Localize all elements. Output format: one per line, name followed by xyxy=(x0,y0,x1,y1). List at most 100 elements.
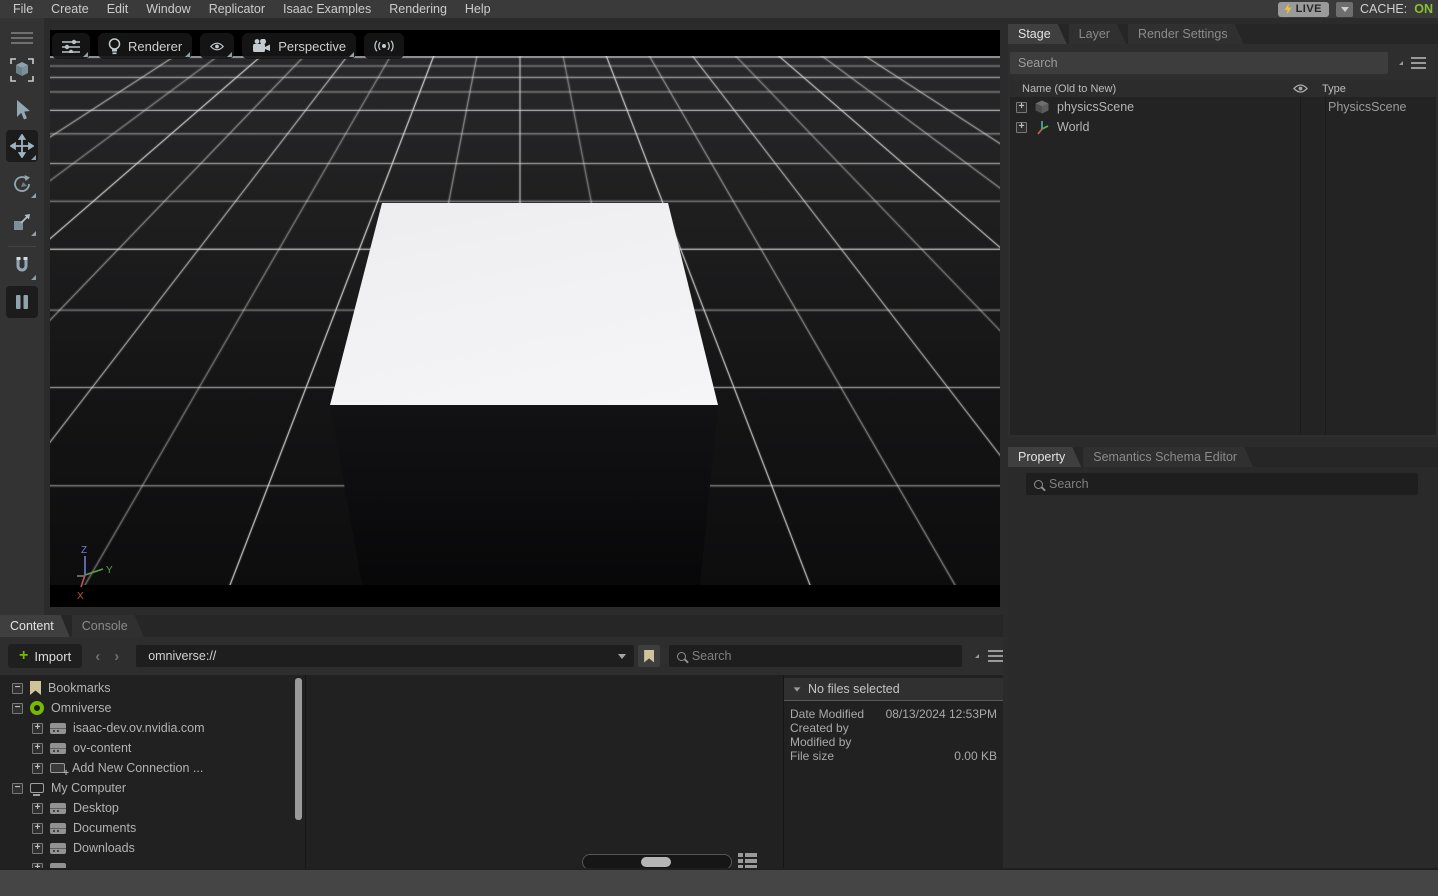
move-tool-icon[interactable] xyxy=(6,130,38,162)
info-label: File size xyxy=(790,749,834,763)
viewport-settings-button[interactable] xyxy=(52,33,90,59)
tree-item[interactable] xyxy=(0,858,294,868)
expander-icon[interactable] xyxy=(1016,122,1027,133)
stage-tab[interactable]: Stage xyxy=(1008,24,1067,44)
thumbnail-size-slider[interactable] xyxy=(582,854,732,869)
tree-item[interactable]: Downloads xyxy=(0,838,294,858)
path-dropdown-icon[interactable] xyxy=(618,654,626,659)
rotate-tool-icon[interactable] xyxy=(6,168,38,200)
collapse-icon[interactable] xyxy=(794,687,801,691)
stage-tab[interactable]: Render Settings xyxy=(1128,24,1244,44)
menu-items: File Create Edit Window Replicator Isaac… xyxy=(0,2,500,16)
slider-thumb[interactable] xyxy=(641,857,671,867)
stage-column-header[interactable]: Name (Old to New) Type xyxy=(1010,80,1436,97)
letterbox-bottom xyxy=(50,585,1000,607)
tree-item[interactable]: Desktop xyxy=(0,798,294,818)
content-search-field[interactable] xyxy=(692,649,954,663)
cube-prim-icon xyxy=(1034,99,1050,115)
forward-button[interactable]: › xyxy=(107,648,126,665)
stage-search-input[interactable] xyxy=(1010,52,1388,74)
tree-scrollbar[interactable] xyxy=(295,678,302,820)
tree-item[interactable]: Bookmarks xyxy=(0,678,294,698)
property-search-input[interactable] xyxy=(1026,473,1418,495)
menu-item[interactable]: Edit xyxy=(98,2,138,16)
toolbar-separator xyxy=(8,246,36,247)
column-type-label[interactable]: Type xyxy=(1313,83,1436,95)
property-tab[interactable]: Semantics Schema Editor xyxy=(1083,447,1253,467)
tree-item[interactable]: Documents xyxy=(0,818,294,838)
property-search-field[interactable] xyxy=(1049,477,1410,491)
tree-item[interactable]: My Computer xyxy=(0,778,294,798)
viewport-toolbar: Renderer Perspective xyxy=(52,33,404,59)
column-name-label[interactable]: Name (Old to New) xyxy=(1010,83,1288,95)
axis-y-label: Y xyxy=(106,565,113,576)
tree-item[interactable]: Omniverse xyxy=(0,698,294,718)
info-label: Modified by xyxy=(790,735,851,749)
pause-icon[interactable] xyxy=(6,286,38,318)
stage-tree: physicsScene PhysicsScene World xyxy=(1010,97,1436,435)
stage-search-field[interactable] xyxy=(1018,56,1380,70)
file-info-header[interactable]: No files selected xyxy=(784,678,1003,701)
content-tabstrip: ContentConsole xyxy=(0,615,1003,637)
scale-tool-icon[interactable] xyxy=(6,206,38,238)
stage-item-type: PhysicsScene xyxy=(1319,100,1407,114)
renderer-dropdown[interactable]: Renderer xyxy=(98,33,192,59)
tree-item[interactable]: isaac-dev.ov.nvidia.com xyxy=(0,718,294,738)
expander-icon[interactable] xyxy=(1016,102,1027,113)
server-icon xyxy=(50,743,66,754)
menu-item[interactable]: Help xyxy=(456,2,500,16)
bookmark-button[interactable] xyxy=(638,645,659,667)
drive-icon xyxy=(50,823,66,834)
snap-magnet-icon[interactable] xyxy=(6,250,38,282)
stage-tabstrip: StageLayerRender Settings xyxy=(1008,24,1438,44)
waypoint-button[interactable] xyxy=(364,33,404,59)
menu-item[interactable]: Replicator xyxy=(200,2,274,16)
stage-tab[interactable]: Layer xyxy=(1069,24,1126,44)
menu-item[interactable]: Isaac Examples xyxy=(274,2,380,16)
tree-item[interactable]: Add New Connection ... xyxy=(0,758,294,778)
tree-item-label: Add New Connection ... xyxy=(72,761,203,775)
stage-item-physicsscene[interactable]: physicsScene PhysicsScene xyxy=(1010,97,1436,117)
menu-item[interactable]: Rendering xyxy=(380,2,456,16)
eye-icon xyxy=(210,41,224,52)
tree-item-label: isaac-dev.ov.nvidia.com xyxy=(73,721,205,735)
viewport[interactable]: Renderer Perspective xyxy=(50,30,1000,607)
property-tab[interactable]: Property xyxy=(1008,447,1081,467)
stage-options-icon[interactable] xyxy=(1411,57,1426,59)
visibility-button[interactable] xyxy=(200,33,234,59)
tree-item-label: Documents xyxy=(73,821,136,835)
info-value: 0.00 KB xyxy=(954,749,997,763)
menu-item[interactable]: File xyxy=(4,2,42,16)
lightning-bolt-icon xyxy=(1285,4,1292,15)
camera-dropdown[interactable]: Perspective xyxy=(242,33,356,59)
file-info-row: Created by xyxy=(790,721,997,735)
import-button[interactable]: + Import xyxy=(8,644,82,668)
search-icon xyxy=(1034,480,1043,489)
menu-item[interactable]: Window xyxy=(137,2,199,16)
isaac-sim-window: File Create Edit Window Replicator Isaac… xyxy=(0,0,1438,896)
tree-item-label: ov-content xyxy=(73,741,131,755)
property-panel: PropertySemantics Schema Editor xyxy=(1008,447,1438,868)
live-dropdown-button[interactable] xyxy=(1336,2,1353,17)
list-view-icon[interactable] xyxy=(738,853,757,868)
content-search-input[interactable] xyxy=(669,645,962,667)
menu-item[interactable]: Create xyxy=(42,2,98,16)
content-body: Bookmarks Omniverse isaac-dev.ov.nvidia.… xyxy=(0,675,1003,868)
tree-item-label: My Computer xyxy=(51,781,126,795)
live-button[interactable]: LIVE xyxy=(1278,2,1329,17)
xform-axis-icon xyxy=(1034,119,1050,135)
column-visibility-eye-icon[interactable] xyxy=(1288,84,1313,93)
info-value: 08/13/2024 12:53PM xyxy=(886,707,997,721)
toolbar-grip-icon[interactable] xyxy=(6,22,38,54)
frame-selection-icon[interactable] xyxy=(6,54,38,86)
stage-item-world[interactable]: World xyxy=(1010,117,1436,137)
back-button[interactable]: ‹ xyxy=(88,648,107,665)
plus-icon: + xyxy=(19,649,28,663)
select-cursor-icon[interactable] xyxy=(6,94,38,126)
content-tab[interactable]: Content xyxy=(0,615,70,637)
menubar-right: LIVE CACHE: ON xyxy=(1278,0,1433,18)
content-options-icon[interactable] xyxy=(988,650,1003,652)
path-bar[interactable]: omniverse:// xyxy=(136,645,634,667)
tree-item[interactable]: ov-content xyxy=(0,738,294,758)
content-tab[interactable]: Console xyxy=(72,615,144,637)
